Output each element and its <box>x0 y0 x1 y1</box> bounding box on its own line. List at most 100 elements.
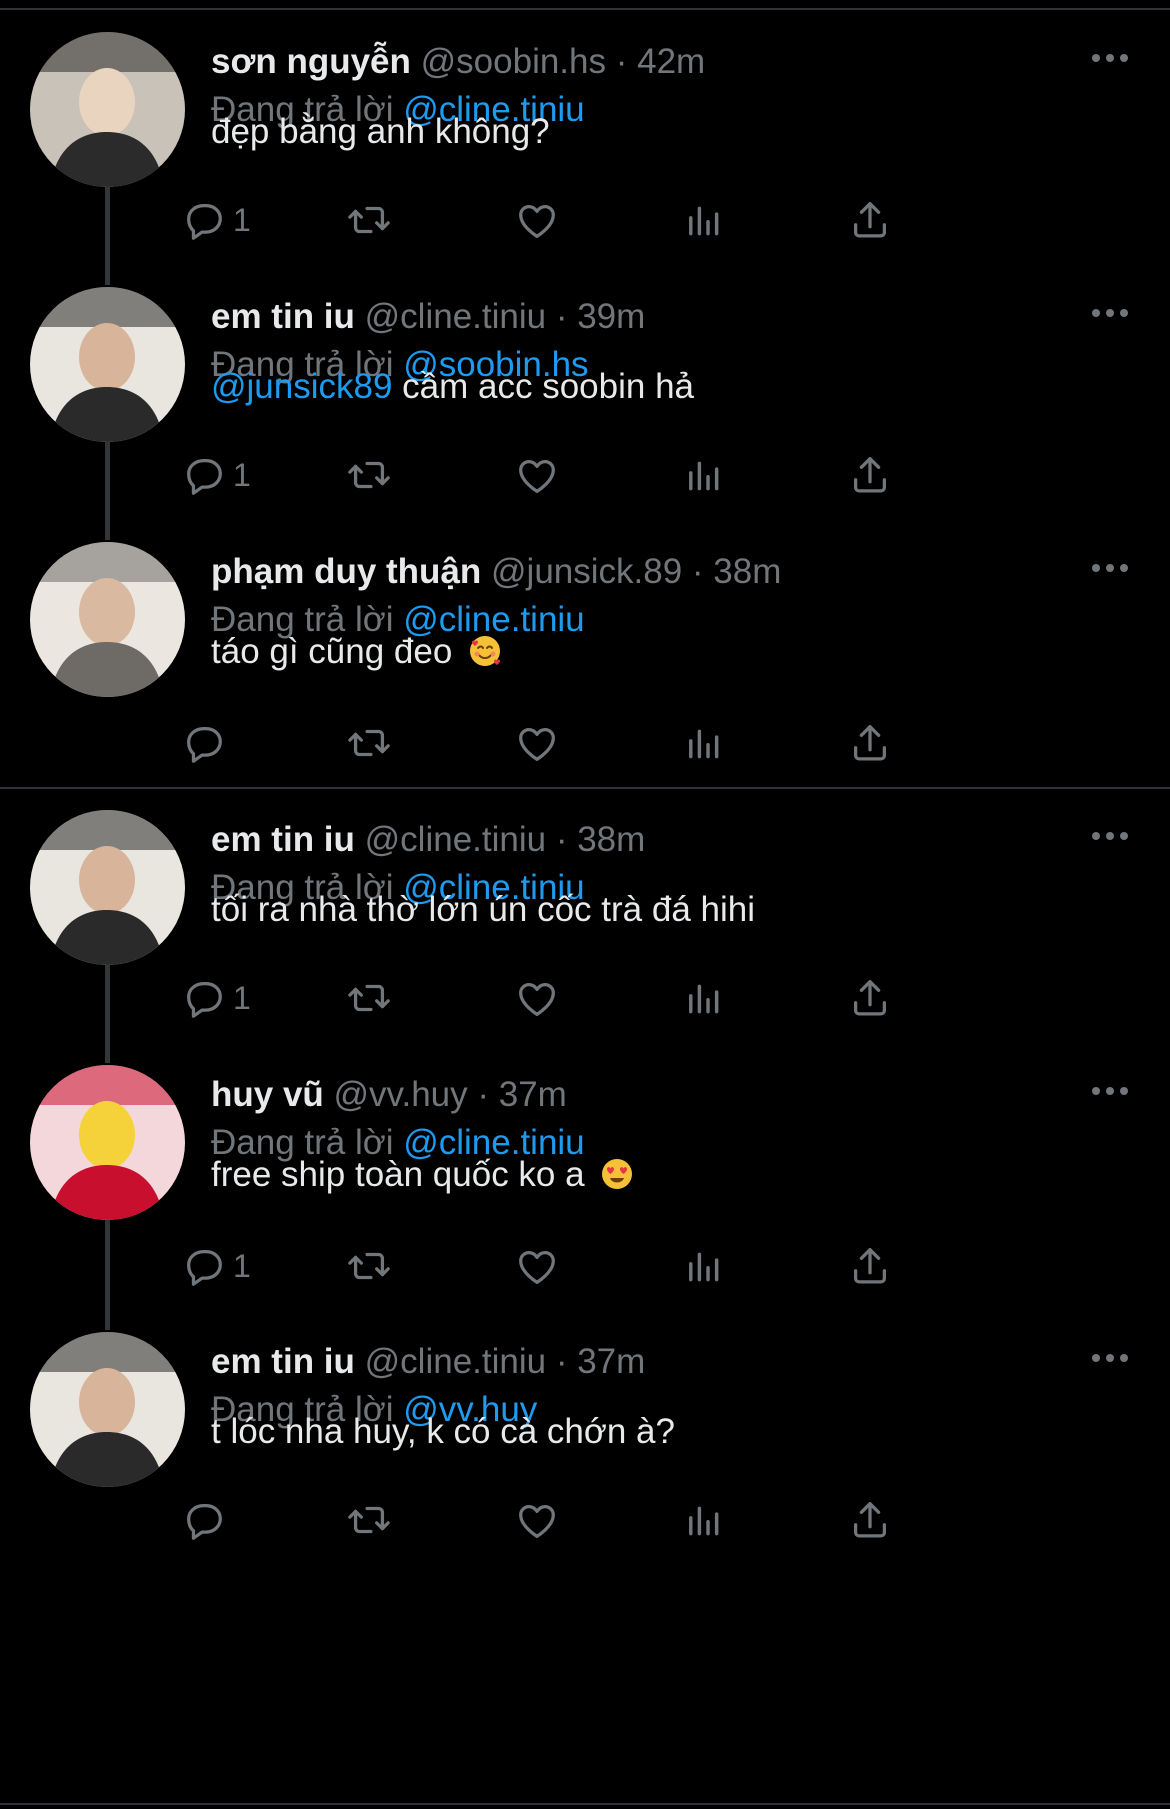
views-button[interactable] <box>681 1241 727 1291</box>
timestamp[interactable]: 38m <box>713 552 781 591</box>
share-button[interactable] <box>847 195 893 245</box>
share-button[interactable] <box>847 718 893 768</box>
retweet-button[interactable] <box>346 718 392 768</box>
share-icon <box>847 720 893 766</box>
reply-icon <box>181 197 227 243</box>
avatar[interactable] <box>30 1332 185 1487</box>
text-mention[interactable]: @junsick89 <box>211 367 392 406</box>
display-name[interactable]: em tin iu <box>211 820 355 859</box>
tweet-header: phạm duy thuận @junsick.89 · 38m <box>211 550 781 594</box>
views-button[interactable] <box>681 973 727 1023</box>
display-name[interactable]: phạm duy thuận <box>211 552 481 591</box>
timestamp[interactable]: 37m <box>577 1342 645 1381</box>
like-icon <box>514 975 560 1021</box>
tweet-text: táo gì cũng đeo <box>211 630 502 674</box>
views-icon <box>681 975 727 1021</box>
display-name[interactable]: huy vũ <box>211 1075 324 1114</box>
tweet-body: t lóc nha huy, k có cà chớn à? <box>211 1412 675 1451</box>
like-icon <box>514 1497 560 1543</box>
like-button[interactable] <box>514 1241 560 1291</box>
top-divider <box>0 8 1170 10</box>
handle[interactable]: @soobin.hs <box>421 42 606 81</box>
display-name[interactable]: em tin iu <box>211 1342 355 1381</box>
like-icon <box>514 1243 560 1289</box>
reply-count: 1 <box>233 456 251 493</box>
handle[interactable]: @cline.tiniu <box>365 820 546 859</box>
tweet-header: em tin iu @cline.tiniu · 39m <box>211 295 645 339</box>
like-button[interactable] <box>514 718 560 768</box>
dot-separator: · <box>546 297 578 336</box>
retweet-button[interactable] <box>346 973 392 1023</box>
retweet-icon <box>346 452 392 498</box>
timestamp[interactable]: 38m <box>577 820 645 859</box>
timestamp[interactable]: 42m <box>637 42 705 81</box>
reply-button[interactable]: 1 <box>181 973 251 1023</box>
reply-button[interactable]: 1 <box>181 450 251 500</box>
reply-button[interactable]: 1 <box>181 195 251 245</box>
more-icon[interactable] <box>1090 830 1130 842</box>
tweet-body: free ship toàn quốc ko a <box>211 1155 595 1194</box>
share-icon <box>847 452 893 498</box>
reply-button[interactable] <box>181 1495 233 1545</box>
retweet-button[interactable] <box>346 195 392 245</box>
handle[interactable]: @vv.huy <box>334 1075 468 1114</box>
views-button[interactable] <box>681 1495 727 1545</box>
views-icon <box>681 1243 727 1289</box>
dot-separator: · <box>546 1342 578 1381</box>
reply-icon <box>181 1497 227 1543</box>
avatar[interactable] <box>30 810 185 965</box>
views-icon <box>681 1497 727 1543</box>
handle[interactable]: @cline.tiniu <box>365 297 546 336</box>
more-icon[interactable] <box>1090 1352 1130 1364</box>
reply-count: 1 <box>233 201 251 238</box>
tweet-actions: 1 <box>187 450 1111 500</box>
like-button[interactable] <box>514 973 560 1023</box>
retweet-button[interactable] <box>346 450 392 500</box>
views-button[interactable] <box>681 718 727 768</box>
avatar[interactable] <box>30 32 185 187</box>
tweet-actions: 1 <box>187 973 1111 1023</box>
tweet-body: tối ra nhà thờ lớn ún cốc trà đá hihi <box>211 890 755 929</box>
reply-icon <box>181 452 227 498</box>
display-name[interactable]: em tin iu <box>211 297 355 336</box>
more-icon[interactable] <box>1090 307 1130 319</box>
views-button[interactable] <box>681 195 727 245</box>
handle[interactable]: @cline.tiniu <box>365 1342 546 1381</box>
more-icon[interactable] <box>1090 562 1130 574</box>
timestamp[interactable]: 39m <box>577 297 645 336</box>
reply-count: 1 <box>233 979 251 1016</box>
avatar[interactable] <box>30 287 185 442</box>
avatar[interactable] <box>30 542 185 697</box>
reply-icon <box>181 1243 227 1289</box>
like-icon <box>514 452 560 498</box>
tweet-text: t lóc nha huy, k có cà chớn à? <box>211 1410 675 1454</box>
share-button[interactable] <box>847 1495 893 1545</box>
avatar[interactable] <box>30 1065 185 1220</box>
retweet-button[interactable] <box>346 1241 392 1291</box>
tweet-actions <box>187 1495 1111 1545</box>
like-button[interactable] <box>514 1495 560 1545</box>
thread-line <box>105 948 110 1063</box>
more-icon[interactable] <box>1090 52 1130 64</box>
retweet-button[interactable] <box>346 1495 392 1545</box>
views-icon <box>681 197 727 243</box>
share-button[interactable] <box>847 973 893 1023</box>
more-icon[interactable] <box>1090 1085 1130 1097</box>
handle[interactable]: @junsick.89 <box>491 552 682 591</box>
reply-count: 1 <box>233 1247 251 1284</box>
like-button[interactable] <box>514 450 560 500</box>
like-icon <box>514 197 560 243</box>
reply-button[interactable]: 1 <box>181 1241 251 1291</box>
like-button[interactable] <box>514 195 560 245</box>
tweet-body: cầm acc soobin hả <box>392 367 695 406</box>
tweet-body: táo gì cũng đeo <box>211 632 463 671</box>
like-icon <box>514 720 560 766</box>
display-name[interactable]: sơn nguyễn <box>211 42 411 81</box>
share-button[interactable] <box>847 450 893 500</box>
reply-button[interactable] <box>181 718 233 768</box>
thread-line <box>105 1203 110 1330</box>
share-button[interactable] <box>847 1241 893 1291</box>
views-button[interactable] <box>681 450 727 500</box>
timestamp[interactable]: 37m <box>499 1075 567 1114</box>
dot-separator: · <box>467 1075 499 1114</box>
